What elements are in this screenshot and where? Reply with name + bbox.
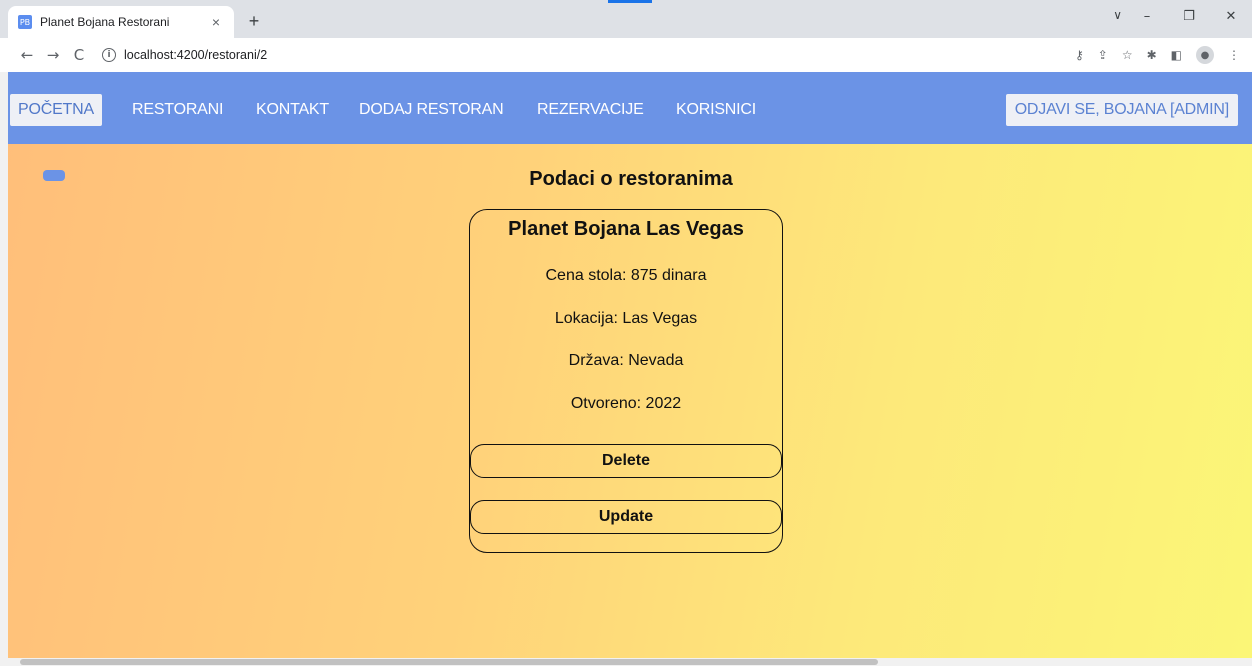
minimize-button[interactable]: – (1126, 9, 1168, 24)
extensions-icon[interactable]: ✱ (1147, 48, 1157, 62)
share-icon[interactable]: ⇪ (1098, 48, 1108, 62)
browser-tab[interactable]: PB Planet Bojana Restorani × (8, 6, 234, 38)
forward-button[interactable]: → (40, 46, 66, 64)
restaurant-location: Lokacija: Las Vegas (554, 310, 698, 327)
page-title: Podaci o restoranima (529, 168, 733, 190)
page-viewport: POČETNA RESTORANI KONTAKT DODAJ RESTORAN… (8, 72, 1252, 658)
tab-search-icon[interactable]: ∨ (1113, 8, 1122, 22)
delete-button[interactable]: Delete (470, 444, 782, 478)
logout-button[interactable]: ODJAVI SE, BOJANA [ADMIN] (1005, 94, 1238, 126)
key-icon[interactable]: ⚷ (1075, 48, 1084, 62)
window-controls: – ❐ ✕ (1126, 0, 1252, 32)
new-tab-button[interactable]: + (244, 11, 264, 32)
sidepanel-icon[interactable]: ◧ (1171, 48, 1182, 62)
left-edge (0, 72, 8, 658)
restaurant-opened: Otvoreno: 2022 (570, 395, 682, 412)
reload-button[interactable]: C (66, 46, 92, 64)
address-bar[interactable]: i localhost:4200/restorani/2 (102, 42, 267, 68)
menu-icon[interactable]: ⋮ (1228, 48, 1240, 62)
window-indicator (608, 0, 652, 3)
horizontal-scrollbar[interactable] (0, 658, 1252, 666)
restore-button[interactable]: ❐ (1168, 9, 1210, 24)
close-window-button[interactable]: ✕ (1210, 9, 1252, 24)
toolbar-icons: ⚷ ⇪ ☆ ✱ ◧ ● ⋮ (1061, 38, 1240, 72)
app-navbar: POČETNA RESTORANI KONTAKT DODAJ RESTORAN… (8, 72, 1252, 144)
restaurant-name: Planet Bojana Las Vegas (508, 218, 744, 240)
star-icon[interactable]: ☆ (1122, 48, 1133, 62)
nav-rezervacije[interactable]: REZERVACIJE (537, 94, 644, 126)
browser-tabstrip: PB Planet Bojana Restorani × + ∨ – ❐ ✕ (0, 0, 1252, 38)
site-info-icon[interactable]: i (102, 48, 116, 62)
url-text[interactable]: localhost:4200/restorani/2 (124, 48, 267, 62)
nav-korisnici[interactable]: KORISNICI (676, 94, 756, 126)
browser-toolbar: ← → C i localhost:4200/restorani/2 ⚷ ⇪ ☆… (0, 38, 1252, 72)
favicon-icon: PB (18, 15, 32, 29)
nav-dodaj-restoran[interactable]: DODAJ RESTORAN (359, 94, 504, 126)
restaurant-price: Cena stola: 875 dinara (545, 267, 707, 284)
tab-close-icon[interactable]: × (208, 14, 224, 30)
back-button[interactable]: ← (14, 46, 40, 64)
nav-pocetna[interactable]: POČETNA (10, 94, 102, 126)
update-button[interactable]: Update (470, 500, 782, 534)
scrollbar-thumb[interactable] (20, 659, 878, 665)
restaurant-card: Planet Bojana Las Vegas Cena stola: 875 … (469, 209, 783, 553)
tab-title: Planet Bojana Restorani (40, 15, 170, 29)
nav-restorani[interactable]: RESTORANI (132, 94, 223, 126)
restaurant-country: Država: Nevada (568, 352, 684, 369)
profile-icon[interactable]: ● (1196, 46, 1214, 64)
nav-kontakt[interactable]: KONTAKT (256, 94, 329, 126)
